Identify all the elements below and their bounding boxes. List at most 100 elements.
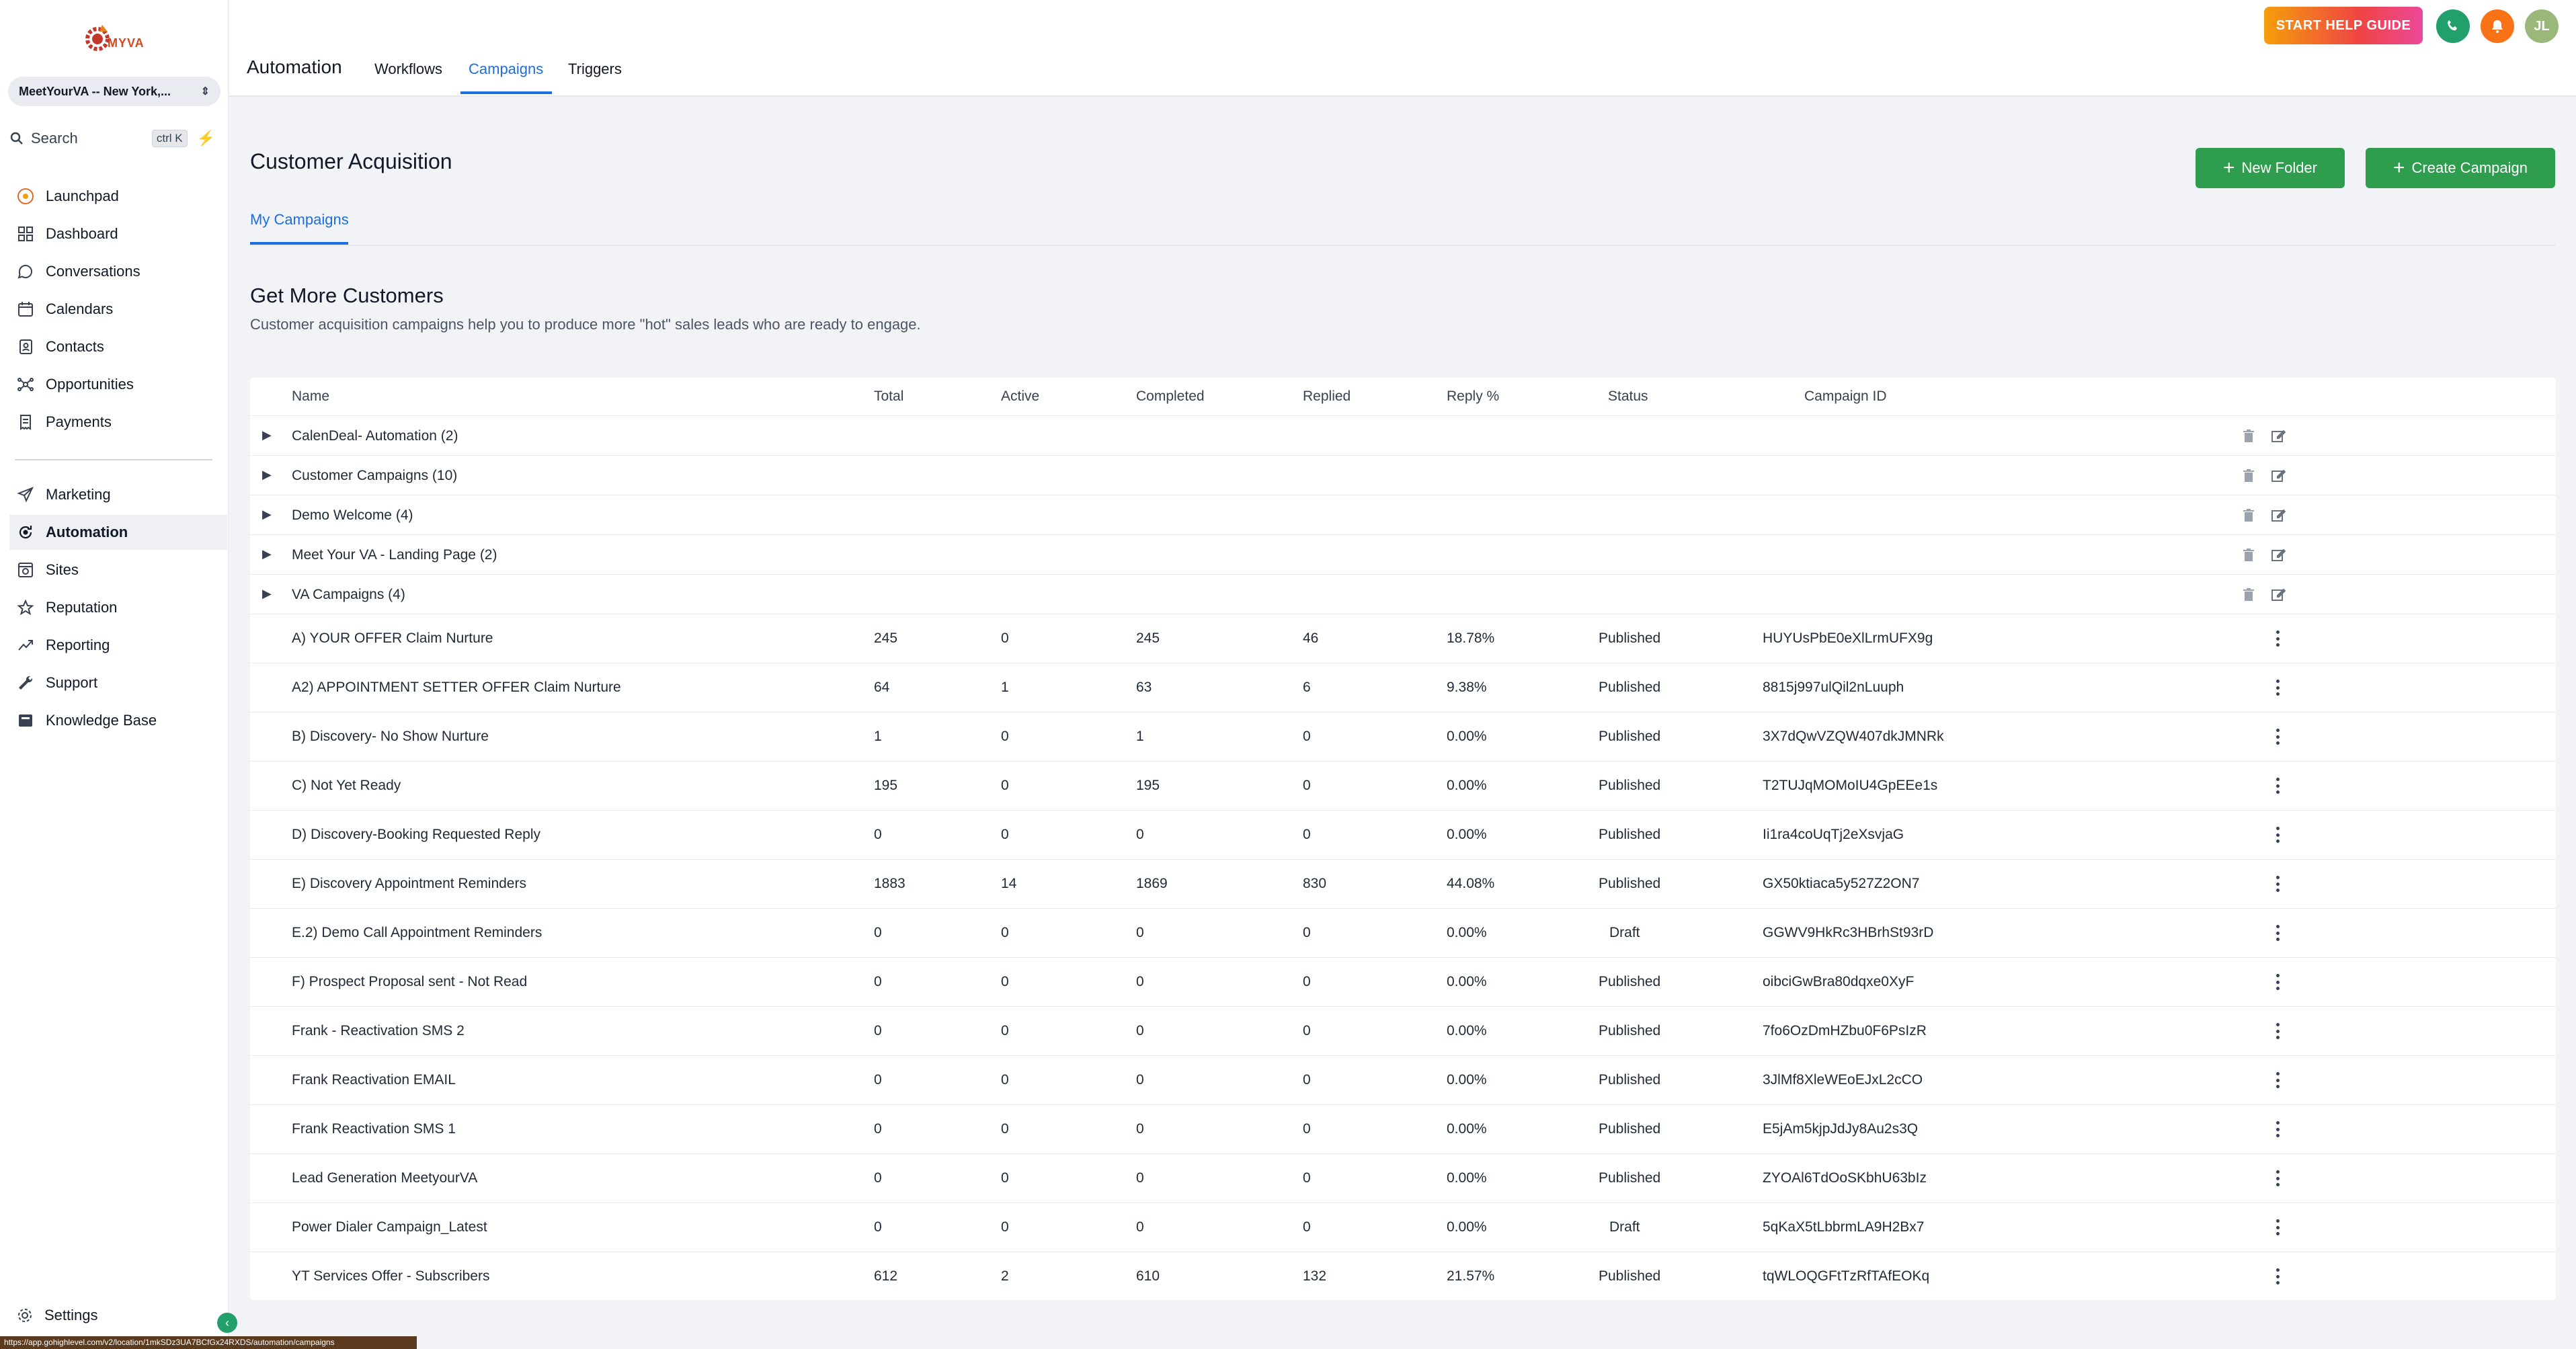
sidebar-item-support[interactable]: Support bbox=[9, 665, 227, 700]
campaign-name[interactable]: Power Dialer Campaign_Latest bbox=[292, 1219, 487, 1235]
sidebar-item-dashboard[interactable]: Dashboard bbox=[9, 216, 227, 251]
expand-caret-icon[interactable]: ▶ bbox=[262, 468, 272, 482]
edit-icon[interactable] bbox=[2269, 467, 2287, 485]
more-options-icon[interactable] bbox=[2271, 1119, 2284, 1139]
table-row[interactable]: YT Services Offer - Subscribers 612 2 610 13… bbox=[250, 1252, 2556, 1301]
table-row[interactable]: Lead Generation MeetyourVA 0 0 0 0 0.00% Publi… bbox=[250, 1153, 2556, 1202]
avatar[interactable]: JL bbox=[2525, 9, 2559, 43]
campaign-name[interactable]: Frank Reactivation EMAIL bbox=[292, 1072, 456, 1088]
tab-my-campaigns[interactable]: My Campaigns bbox=[250, 211, 349, 229]
campaign-name[interactable]: YT Services Offer - Subscribers bbox=[292, 1268, 489, 1284]
campaign-name[interactable]: B) Discovery- No Show Nurture bbox=[292, 729, 489, 745]
create-campaign-button[interactable]: + Create Campaign bbox=[2366, 148, 2555, 188]
notifications-button[interactable] bbox=[2481, 9, 2514, 43]
expand-caret-icon[interactable]: ▶ bbox=[262, 547, 272, 561]
expand-caret-icon[interactable]: ▶ bbox=[262, 428, 272, 442]
campaign-name[interactable]: A2) APPOINTMENT SETTER OFFER Claim Nurtu… bbox=[292, 680, 621, 696]
campaign-name[interactable]: A) YOUR OFFER Claim Nurture bbox=[292, 630, 493, 647]
campaign-name[interactable]: E) Discovery Appointment Reminders bbox=[292, 876, 526, 892]
more-options-icon[interactable] bbox=[2271, 628, 2284, 649]
more-options-icon[interactable] bbox=[2271, 972, 2284, 992]
sidebar-item-automation[interactable]: Automation bbox=[9, 515, 227, 550]
expand-caret-icon[interactable]: ▶ bbox=[262, 507, 272, 522]
collapse-sidebar-button[interactable]: ‹ bbox=[217, 1313, 237, 1333]
tab-triggers[interactable]: Triggers bbox=[568, 60, 622, 78]
more-options-icon[interactable] bbox=[2271, 1070, 2284, 1090]
table-row[interactable]: E) Discovery Appointment Reminders 1883 14… bbox=[250, 859, 2556, 908]
campaign-name[interactable]: E.2) Demo Call Appointment Reminders bbox=[292, 925, 542, 941]
more-options-icon[interactable] bbox=[2271, 874, 2284, 894]
more-options-icon[interactable] bbox=[2271, 1168, 2284, 1188]
table-row[interactable]: Frank - Reactivation SMS 2 0 0 0 0 0.00% Publi… bbox=[250, 1006, 2556, 1055]
more-options-icon[interactable] bbox=[2271, 1266, 2284, 1286]
folder-name[interactable]: Demo Welcome (4) bbox=[292, 507, 413, 524]
edit-icon[interactable] bbox=[2269, 507, 2287, 524]
folder-row[interactable]: ▶ CalenDeal- Automation (2) bbox=[250, 415, 2556, 455]
sidebar-item-conversations[interactable]: Conversations bbox=[9, 254, 227, 289]
folder-row[interactable]: ▶ VA Campaigns (4) bbox=[250, 574, 2556, 614]
sidebar-item-contacts[interactable]: Contacts bbox=[9, 329, 227, 364]
sidebar-item-marketing[interactable]: Marketing bbox=[9, 477, 227, 512]
campaign-name[interactable]: Frank Reactivation SMS 1 bbox=[292, 1121, 456, 1137]
folder-name[interactable]: Meet Your VA - Landing Page (2) bbox=[292, 547, 497, 563]
delete-icon[interactable] bbox=[2240, 586, 2257, 604]
sidebar-item-label: Reporting bbox=[46, 637, 110, 653]
sidebar-item-payments[interactable]: Payments bbox=[9, 405, 227, 440]
sidebar-item-calendars[interactable]: Calendars bbox=[9, 292, 227, 327]
sidebar-item-launchpad[interactable]: Launchpad bbox=[9, 179, 227, 214]
more-options-icon[interactable] bbox=[2271, 678, 2284, 698]
edit-icon[interactable] bbox=[2269, 427, 2287, 445]
brand-logo[interactable]: MYVA bbox=[82, 19, 149, 59]
new-folder-button[interactable]: + New Folder bbox=[2196, 148, 2345, 188]
expand-caret-icon[interactable]: ▶ bbox=[262, 587, 272, 601]
delete-icon[interactable] bbox=[2240, 507, 2257, 524]
delete-icon[interactable] bbox=[2240, 467, 2257, 485]
sidebar-item-settings[interactable]: Settings bbox=[16, 1307, 98, 1324]
table-row[interactable]: Frank Reactivation SMS 1 0 0 0 0 0.00% Publish… bbox=[250, 1104, 2556, 1153]
campaign-name[interactable]: F) Prospect Proposal sent - Not Read bbox=[292, 974, 527, 990]
folder-row[interactable]: ▶ Demo Welcome (4) bbox=[250, 495, 2556, 534]
more-options-icon[interactable] bbox=[2271, 923, 2284, 943]
more-options-icon[interactable] bbox=[2271, 727, 2284, 747]
campaign-name[interactable]: Frank - Reactivation SMS 2 bbox=[292, 1023, 465, 1039]
start-help-guide-button[interactable]: START HELP GUIDE bbox=[2264, 7, 2423, 44]
table-row[interactable]: A) YOUR OFFER Claim Nurture 245 0 245 46 18.7… bbox=[250, 614, 2556, 663]
location-switcher[interactable]: MeetYourVA -- New York,... ⇕ bbox=[8, 77, 220, 106]
sidebar-item-knowledge-base[interactable]: Knowledge Base bbox=[9, 703, 227, 738]
sidebar-item-sites[interactable]: Sites bbox=[9, 553, 227, 587]
search-box[interactable]: Search ctrl K ⚡ bbox=[9, 125, 219, 152]
phone-icon bbox=[2448, 20, 2457, 31]
table-row[interactable]: C) Not Yet Ready 195 0 195 0 0.00% Published T2… bbox=[250, 761, 2556, 810]
table-row[interactable]: Power Dialer Campaign_Latest 0 0 0 0 0.00% Dra… bbox=[250, 1202, 2556, 1252]
folder-name[interactable]: VA Campaigns (4) bbox=[292, 587, 405, 603]
more-options-icon[interactable] bbox=[2271, 1217, 2284, 1237]
folder-name[interactable]: CalenDeal- Automation (2) bbox=[292, 428, 458, 444]
more-options-icon[interactable] bbox=[2271, 776, 2284, 796]
campaign-name[interactable]: Lead Generation MeetyourVA bbox=[292, 1170, 477, 1186]
cell-completed: 610 bbox=[1136, 1268, 1160, 1284]
edit-icon[interactable] bbox=[2269, 546, 2287, 564]
table-row[interactable]: E.2) Demo Call Appointment Reminders 0 0 0 0… bbox=[250, 908, 2556, 957]
folder-row[interactable]: ▶ Customer Campaigns (10) bbox=[250, 455, 2556, 495]
campaign-name[interactable]: D) Discovery-Booking Requested Reply bbox=[292, 827, 540, 843]
campaign-name[interactable]: C) Not Yet Ready bbox=[292, 778, 401, 794]
table-row[interactable]: F) Prospect Proposal sent - Not Read 0 0 0 0… bbox=[250, 957, 2556, 1006]
table-row[interactable]: B) Discovery- No Show Nurture 1 0 1 0 0.00% Pu… bbox=[250, 712, 2556, 761]
folder-row[interactable]: ▶ Meet Your VA - Landing Page (2) bbox=[250, 534, 2556, 574]
sidebar-item-reporting[interactable]: Reporting bbox=[9, 628, 227, 663]
delete-icon[interactable] bbox=[2240, 546, 2257, 564]
tab-campaigns[interactable]: Campaigns bbox=[469, 60, 543, 78]
edit-icon[interactable] bbox=[2269, 586, 2287, 604]
table-row[interactable]: D) Discovery-Booking Requested Reply 0 0 0 0… bbox=[250, 810, 2556, 859]
folder-name[interactable]: Customer Campaigns (10) bbox=[292, 468, 457, 484]
table-row[interactable]: A2) APPOINTMENT SETTER OFFER Claim Nurtu… bbox=[250, 663, 2556, 712]
sidebar-item-reputation[interactable]: Reputation bbox=[9, 590, 227, 625]
delete-icon[interactable] bbox=[2240, 427, 2257, 445]
phone-button[interactable] bbox=[2436, 9, 2470, 43]
table-row[interactable]: Frank Reactivation EMAIL 0 0 0 0 0.00% Publish… bbox=[250, 1055, 2556, 1104]
sidebar-item-opportunities[interactable]: Opportunities bbox=[9, 367, 227, 402]
tab-workflows[interactable]: Workflows bbox=[374, 60, 442, 78]
more-options-icon[interactable] bbox=[2271, 825, 2284, 845]
quick-action-bolt-icon[interactable]: ⚡ bbox=[197, 130, 215, 147]
more-options-icon[interactable] bbox=[2271, 1021, 2284, 1041]
